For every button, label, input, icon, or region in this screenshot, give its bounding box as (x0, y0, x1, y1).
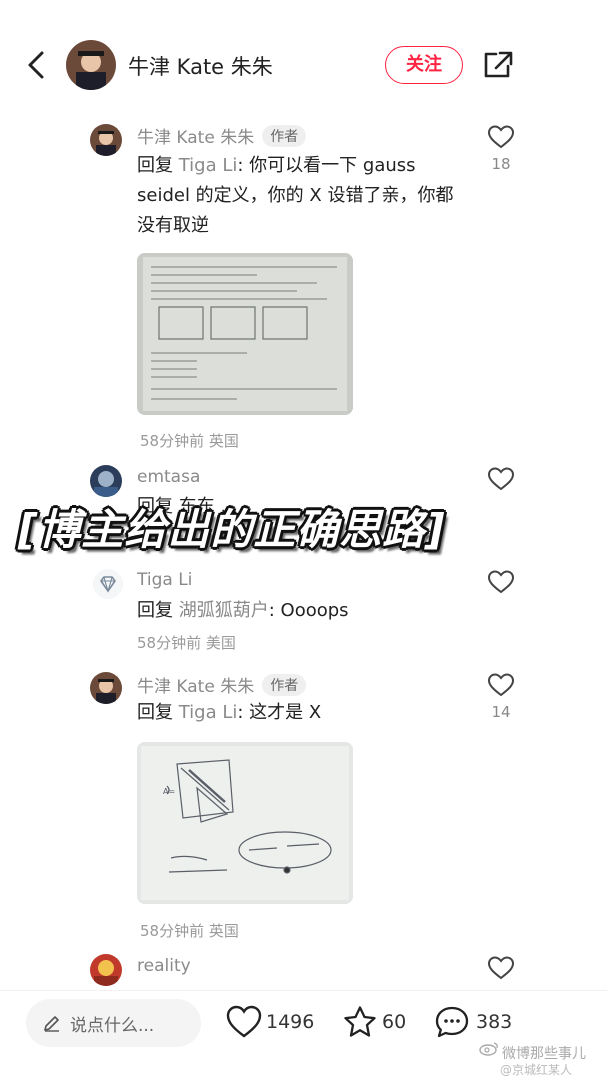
commenter-name[interactable]: Tiga Li (137, 570, 192, 590)
favorite-count: 60 (382, 1011, 407, 1033)
comment-text-line2: seidel 的定义，你的 X 设错了亲，你都 (137, 185, 454, 206)
comment-body: : 这才是 X (237, 702, 322, 723)
comment-meta: 58分钟前 英国 (140, 432, 239, 450)
author-name[interactable]: 牛津 Kate 朱朱 (128, 51, 273, 81)
heart-icon (226, 1005, 262, 1038)
watermark-handle: @京城红某人 (500, 1063, 573, 1077)
heart-icon[interactable] (488, 570, 514, 594)
comment-meta: 58分钟前 英国 (140, 922, 239, 940)
commenter-avatar[interactable] (90, 954, 122, 986)
author-badge: 作者 (262, 125, 307, 147)
comment-meta: 58分钟前 美国 (137, 634, 236, 652)
comment-text: 回复 Tiga Li: 你可以看一下 gauss seidel 的定义，你的 X… (137, 151, 477, 241)
commenter-name[interactable]: 牛津 Kate 朱朱 作者 (137, 123, 307, 148)
weibo-icon (479, 1042, 498, 1056)
overlay-caption: [博主给出的正确思路] (18, 505, 446, 554)
pencil-icon (44, 1016, 59, 1032)
commenter-name[interactable]: reality (137, 956, 191, 976)
like-button[interactable]: 1496 (226, 1005, 316, 1041)
top-nav-bar: 牛津 Kate 朱朱 关注 (0, 0, 607, 130)
heart-icon[interactable] (488, 956, 514, 980)
diamond-icon[interactable] (92, 568, 124, 600)
commenter-avatar[interactable] (90, 124, 122, 156)
author-avatar[interactable] (66, 40, 116, 90)
reply-prefix: 回复 (137, 600, 173, 621)
like-count: 1496 (266, 1011, 315, 1033)
comment-text: 回复 Tiga Li: 这才是 X (137, 698, 321, 728)
comment-text: 回复 湖弧狐葫户: Oooops (137, 596, 349, 626)
bottom-action-bar: 说点什么... 1496 60 383 微博那些事儿 @京城红某人 (0, 990, 607, 1080)
author-badge: 作者 (262, 674, 307, 696)
heart-icon[interactable] (488, 467, 514, 491)
comment-input[interactable]: 说点什么... (26, 999, 201, 1047)
back-arrow-icon[interactable] (22, 48, 52, 82)
reply-prefix: 回复 (137, 702, 173, 723)
heart-icon[interactable] (488, 673, 514, 697)
commenter-avatar[interactable] (90, 465, 122, 497)
comment-line: 回复 Tiga Li: 你可以看一下 gauss (137, 151, 477, 181)
commenter-name[interactable]: 牛津 Kate 朱朱 作者 (137, 672, 307, 697)
comment-image-textbook[interactable] (137, 253, 353, 415)
follow-button[interactable]: 关注 (385, 46, 463, 84)
commenter-name[interactable]: emtasa (137, 467, 200, 487)
heart-icon[interactable] (488, 125, 514, 149)
commenter-avatar[interactable] (90, 672, 122, 704)
comment-count: 383 (476, 1011, 513, 1033)
reply-target[interactable]: Tiga Li (179, 702, 238, 723)
reply-target[interactable]: 湖弧狐葫户 (179, 600, 269, 621)
svg-text:A=: A= (163, 787, 175, 796)
reply-target[interactable]: Tiga Li (179, 155, 238, 176)
comment-body: : Oooops (268, 600, 349, 621)
like-count: 18 (491, 155, 511, 173)
comment-bubble-icon (435, 1006, 469, 1038)
share-icon[interactable] (482, 50, 514, 80)
commenter-name-text[interactable]: 牛津 Kate 朱朱 (137, 128, 254, 148)
comment-input-placeholder: 说点什么... (70, 1016, 155, 1036)
comment-button[interactable]: 383 (434, 1005, 524, 1041)
commenter-name-text[interactable]: 牛津 Kate 朱朱 (137, 677, 254, 697)
reply-prefix: 回复 (137, 155, 173, 176)
like-count: 14 (491, 703, 511, 721)
favorite-button[interactable]: 60 (342, 1005, 412, 1041)
watermark-title: 微博那些事儿 (502, 1046, 586, 1062)
comment-text-line1: : 你可以看一下 gauss (237, 155, 416, 176)
comment-image-handwritten[interactable]: A= (137, 742, 353, 904)
star-icon (344, 1006, 376, 1037)
comment-text-line3: 没有取逆 (137, 215, 209, 236)
